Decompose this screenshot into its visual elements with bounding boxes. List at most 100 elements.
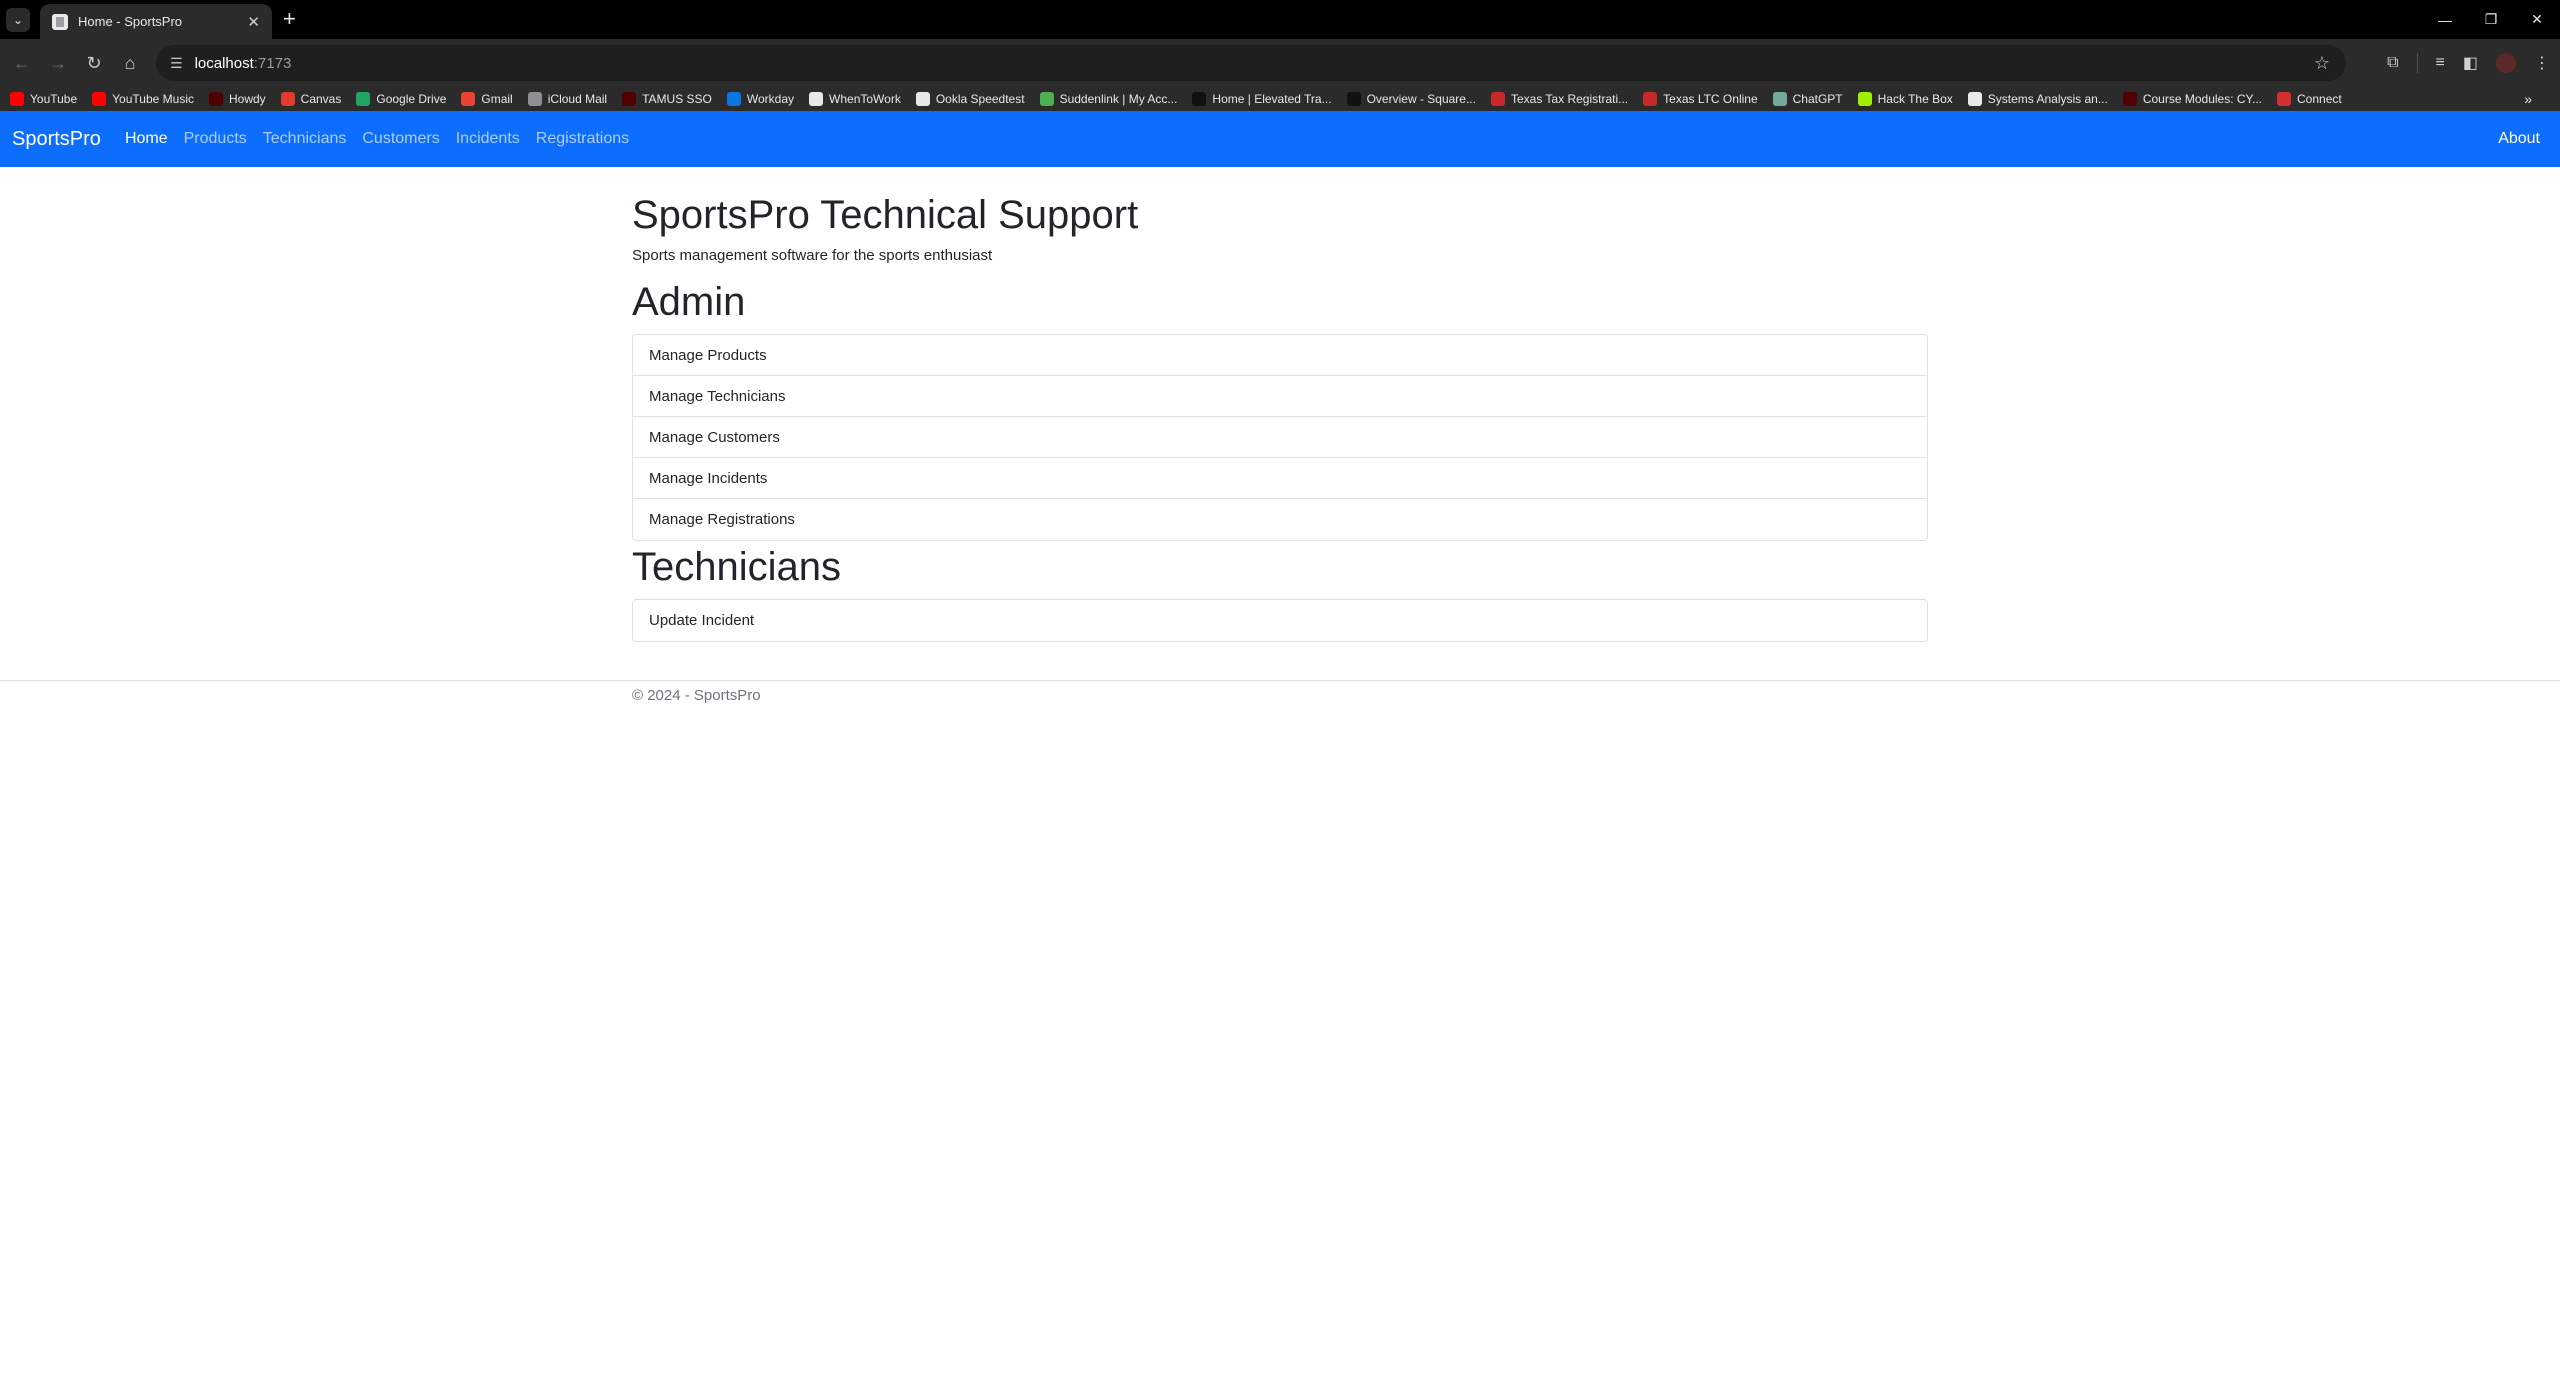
nav-link-technicians[interactable]: Technicians [263, 130, 347, 148]
reload-icon[interactable]: ↻ [76, 53, 112, 74]
bookmark-item[interactable]: Gmail [461, 92, 513, 106]
bookmark-favicon-icon [809, 92, 824, 106]
bookmark-item[interactable]: Texas Tax Registrati... [1490, 92, 1629, 106]
plus-icon[interactable]: + [283, 8, 296, 30]
forward-arrow-icon[interactable]: → [40, 53, 76, 74]
admin-link-list: Manage Products Manage Technicians Manage … [632, 334, 1928, 541]
bookmark-item[interactable]: Texas LTC Online [1643, 92, 1758, 106]
bookmark-item[interactable]: iCloud Mail [527, 92, 608, 106]
bookmark-item[interactable]: Workday [726, 92, 794, 106]
bookmark-item[interactable]: Connect [2277, 92, 2342, 106]
bookmark-label: Systems Analysis an... [1987, 92, 2108, 106]
bookmark-item[interactable]: Howdy [208, 92, 266, 106]
technician-link-list: Update Incident [632, 599, 1928, 642]
bookmark-item[interactable]: Systems Analysis an... [1967, 92, 2108, 106]
profile-avatar-icon[interactable] [2496, 53, 2516, 73]
footer-copyright: © 2024 - SportsPro [632, 687, 761, 704]
bookmark-item[interactable]: YouTube Music [92, 92, 194, 106]
site-info-icon[interactable]: ☰ [170, 55, 183, 72]
navbar-links: Home Products Technicians Customers Incident… [125, 130, 629, 148]
more-bookmarks-icon[interactable]: » [2524, 91, 2532, 107]
bookmark-label: Google Drive [376, 92, 447, 106]
nav-about-link[interactable]: About [2498, 130, 2540, 148]
bookmark-label: Home | Elevated Tra... [1212, 92, 1332, 106]
bookmark-favicon-icon [1857, 92, 1872, 106]
side-panel-icon[interactable]: ◧ [2463, 53, 2478, 73]
bookmark-label: Howdy [228, 92, 266, 106]
bookmark-favicon-icon [461, 92, 476, 106]
app-navbar: SportsPro Home Products Technicians Custome… [0, 111, 2560, 167]
admin-heading: Admin [632, 280, 746, 324]
bookmark-label: Ookla Speedtest [935, 92, 1025, 106]
address-bar[interactable]: ☰ localhost:7173 ☆ [156, 45, 2346, 81]
nav-link-registrations[interactable]: Registrations [536, 130, 629, 148]
bookmark-favicon-icon [2277, 92, 2292, 106]
url-port: :7173 [253, 54, 292, 72]
bookmark-item[interactable]: ChatGPT [1772, 92, 1843, 106]
home-icon[interactable]: ⌂ [112, 53, 148, 74]
bookmark-favicon-icon [1967, 92, 1982, 106]
nav-link-products[interactable]: Products [184, 130, 247, 148]
bookmark-item[interactable]: Google Drive [356, 92, 446, 106]
extensions-icon[interactable]: ⧉ [2387, 54, 2398, 72]
bookmark-label: YouTube Music [112, 92, 194, 106]
bookmark-favicon-icon [280, 92, 295, 106]
bookmark-favicon-icon [527, 92, 542, 106]
bookmark-label: Texas Tax Registrati... [1510, 92, 1629, 106]
admin-link-manage-products[interactable]: Manage Products [633, 335, 1927, 376]
bookmark-item[interactable]: Ookla Speedtest [915, 92, 1025, 106]
bookmark-item[interactable]: Canvas [280, 92, 342, 106]
navbar-brand[interactable]: SportsPro [12, 128, 101, 151]
bookmark-item[interactable]: TAMUS SSO [622, 92, 712, 106]
minimize-icon[interactable]: — [2422, 0, 2468, 39]
nav-link-incidents[interactable]: Incidents [456, 130, 520, 148]
bookmark-item[interactable]: Suddenlink | My Acc... [1039, 92, 1177, 106]
bookmark-label: Canvas [300, 92, 342, 106]
bookmarks-bar: YouTube YouTube Music Howdy Canvas Google Dr… [0, 87, 2560, 111]
bookmark-favicon-icon [622, 92, 637, 106]
bookmark-label: Hack The Box [1877, 92, 1953, 106]
bookmark-label: Course Modules: CY... [2142, 92, 2263, 106]
admin-link-manage-registrations[interactable]: Manage Registrations [633, 499, 1927, 540]
nav-link-home[interactable]: Home [125, 130, 168, 148]
more-menu-icon[interactable]: ⋮ [2534, 53, 2550, 73]
admin-link-manage-technicians[interactable]: Manage Technicians [633, 376, 1927, 417]
media-controls-icon[interactable]: ≡ [2436, 54, 2445, 72]
bookmark-item[interactable]: YouTube [10, 92, 77, 106]
close-tab-icon[interactable]: ✕ [247, 13, 260, 31]
bookmark-favicon-icon [1490, 92, 1505, 106]
tab-search-chevron-icon[interactable]: ⌄ [6, 8, 30, 32]
bookmark-favicon-icon [1192, 92, 1207, 106]
nav-link-customers[interactable]: Customers [362, 130, 439, 148]
bookmark-item[interactable]: Course Modules: CY... [2122, 92, 2263, 106]
bookmark-favicon-icon [356, 92, 371, 106]
browser-tabstrip: ⌄ Home - SportsPro ✕ + — ❐ ✕ [0, 0, 2560, 39]
bookmark-label: ChatGPT [1792, 92, 1843, 106]
bookmark-item[interactable]: Hack The Box [1857, 92, 1953, 106]
bookmark-star-icon[interactable]: ☆ [2314, 53, 2330, 74]
bookmark-label: Overview - Square... [1366, 92, 1476, 106]
page-subtitle: Sports management software for the sport… [632, 247, 993, 264]
restore-icon[interactable]: ❐ [2468, 0, 2514, 39]
bookmark-favicon-icon [208, 92, 223, 106]
admin-link-manage-customers[interactable]: Manage Customers [633, 417, 1927, 458]
toolbar-actions: ⧉ ≡ ◧ ⋮ [2387, 39, 2550, 87]
browser-tab[interactable]: Home - SportsPro ✕ [40, 4, 272, 39]
bookmark-favicon-icon [2122, 92, 2137, 106]
browser-toolbar: ← → ↻ ⌂ ☰ localhost:7173 ☆ ⧉ ≡ ◧ ⋮ [0, 39, 2560, 87]
bookmark-favicon-icon [1772, 92, 1787, 106]
bookmark-favicon-icon [915, 92, 930, 106]
bookmark-item[interactable]: Home | Elevated Tra... [1192, 92, 1332, 106]
admin-link-manage-incidents[interactable]: Manage Incidents [633, 458, 1927, 499]
technicians-heading: Technicians [632, 545, 842, 589]
bookmark-item[interactable]: Overview - Square... [1346, 92, 1476, 106]
bookmark-label: iCloud Mail [547, 92, 608, 106]
page-title: SportsPro Technical Support [632, 193, 1139, 237]
bookmark-label: TAMUS SSO [642, 92, 712, 106]
technician-link-update-incident[interactable]: Update Incident [633, 600, 1927, 641]
back-arrow-icon[interactable]: ← [4, 53, 40, 74]
bookmark-item[interactable]: WhenToWork [809, 92, 901, 106]
bookmark-favicon-icon [1346, 92, 1361, 106]
bookmark-label: Gmail [481, 92, 513, 106]
close-window-icon[interactable]: ✕ [2514, 0, 2560, 39]
